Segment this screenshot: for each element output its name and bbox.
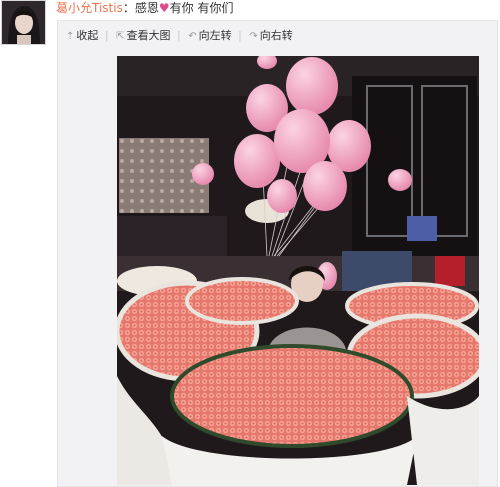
rotate-right-label: 向右转	[259, 29, 293, 42]
post-text-before: 感恩	[134, 1, 159, 15]
author-link[interactable]: 葛小允Tistis	[56, 1, 123, 15]
toolbar-separator: |	[238, 29, 242, 42]
colon: ：	[122, 1, 135, 15]
rotate-right-button[interactable]: ↷ 向右转	[249, 27, 292, 46]
media-panel: ⇡ 收起 | ⇱ 查看大图 | ↶ 向左转 | ↷ 向右转	[57, 20, 498, 487]
image-toolbar: ⇡ 收起 | ⇱ 查看大图 | ↶ 向左转 | ↷ 向右转	[66, 27, 296, 45]
view-large-button[interactable]: ⇱ 查看大图	[116, 27, 170, 46]
post-photo[interactable]	[117, 56, 479, 485]
rotate-left-button[interactable]: ↶ 向左转	[188, 27, 231, 46]
toolbar-separator: |	[104, 29, 109, 42]
rotate-left-icon: ↶	[188, 31, 197, 42]
avatar[interactable]	[1, 0, 46, 45]
arrow-up-icon: ⇡	[66, 31, 75, 42]
collapse-button[interactable]: ⇡ 收起	[66, 27, 98, 46]
collapse-label: 收起	[76, 29, 99, 42]
heart-emoji-icon: ♥	[158, 1, 170, 15]
post-text-after: 有你 有你们	[169, 1, 234, 15]
post-text: 葛小允Tistis：感恩♥有你 有你们	[56, 0, 233, 16]
rotate-right-icon: ↷	[249, 31, 258, 42]
view-large-label: 查看大图	[126, 29, 171, 42]
toolbar-separator: |	[177, 29, 181, 42]
rotate-left-label: 向左转	[198, 29, 232, 42]
external-link-icon: ⇱	[116, 31, 125, 42]
